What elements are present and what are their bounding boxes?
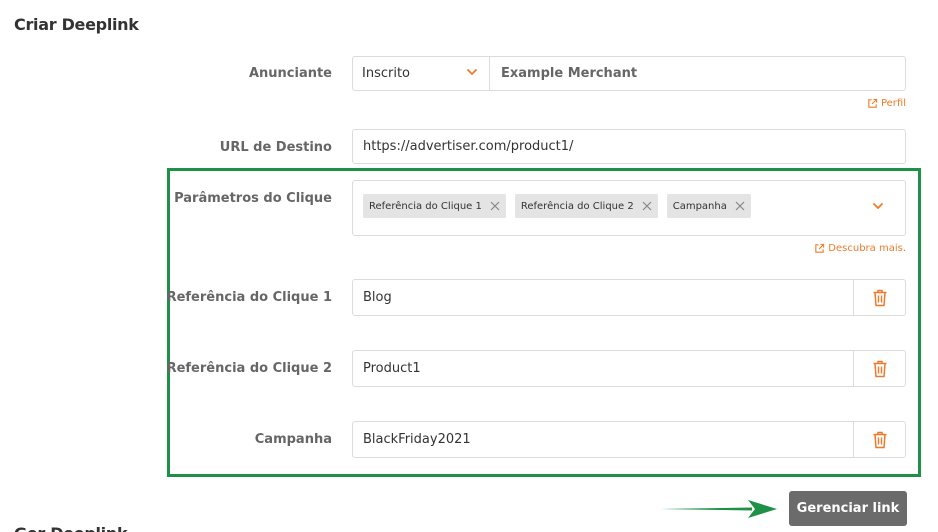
click-params-chips: Referência do Clique 1 Referência do Cli…: [363, 194, 751, 218]
chip-label: Referência do Clique 1: [369, 200, 482, 212]
param-label-click-ref-1: Referência do Clique 1: [166, 290, 332, 305]
param-input-campaign[interactable]: BlackFriday2021: [352, 421, 906, 458]
click-params-label: Parâmetros do Clique: [174, 191, 332, 206]
page-title: Criar Deeplink: [14, 15, 139, 34]
manage-link-button[interactable]: Gerenciar link: [789, 491, 907, 526]
profile-link[interactable]: Perfil: [867, 98, 906, 109]
param-label-click-ref-2: Referência do Clique 2: [166, 361, 332, 376]
trash-icon: [873, 289, 886, 306]
chip-click-ref-2: Referência do Clique 2: [514, 194, 658, 218]
advertiser-status-value: Inscrito: [362, 66, 411, 81]
learn-more-label: Descubra mais.: [828, 243, 906, 254]
close-icon[interactable]: [735, 201, 745, 211]
chip-click-ref-1: Referência do Clique 1: [363, 194, 506, 218]
destination-url-value: https://advertiser.com/product1/: [363, 139, 574, 154]
advertiser-merchant-name: Example Merchant: [501, 66, 638, 81]
advertiser-status-select[interactable]: Inscrito: [353, 57, 490, 90]
destination-url-label: URL de Destino: [219, 140, 332, 155]
close-icon[interactable]: [642, 201, 652, 211]
param-value: BlackFriday2021: [363, 432, 471, 447]
click-params-multiselect[interactable]: Referência do Clique 1 Referência do Cli…: [352, 180, 906, 236]
advertiser-field: Inscrito Example Merchant: [352, 56, 906, 91]
advertiser-label: Anunciante: [248, 66, 332, 81]
next-section-title: Ger Deeplink: [14, 524, 128, 532]
param-value: Blog: [363, 290, 392, 305]
trash-icon: [873, 360, 886, 377]
close-icon[interactable]: [490, 201, 500, 211]
profile-link-label: Perfil: [880, 98, 906, 109]
trash-icon: [873, 431, 886, 448]
param-input-click-ref-2[interactable]: Product1: [352, 350, 906, 387]
chip-campaign: Campanha: [666, 194, 751, 218]
delete-param-button[interactable]: [853, 422, 905, 457]
chevron-down-icon: [467, 69, 477, 75]
learn-more-link[interactable]: Descubra mais.: [814, 243, 906, 254]
chip-label: Campanha: [672, 200, 727, 212]
external-link-icon: [815, 243, 825, 253]
param-value: Product1: [363, 361, 421, 376]
param-input-click-ref-1[interactable]: Blog: [352, 279, 906, 316]
pointer-arrow-icon: [660, 500, 777, 518]
chip-label: Referência do Clique 2: [520, 200, 634, 212]
delete-param-button[interactable]: [853, 280, 905, 315]
delete-param-button[interactable]: [853, 351, 905, 386]
external-link-icon: [868, 98, 878, 108]
chevron-down-icon[interactable]: [871, 199, 885, 213]
param-label-campaign: Campanha: [254, 432, 332, 447]
destination-url-input[interactable]: https://advertiser.com/product1/: [352, 129, 906, 164]
